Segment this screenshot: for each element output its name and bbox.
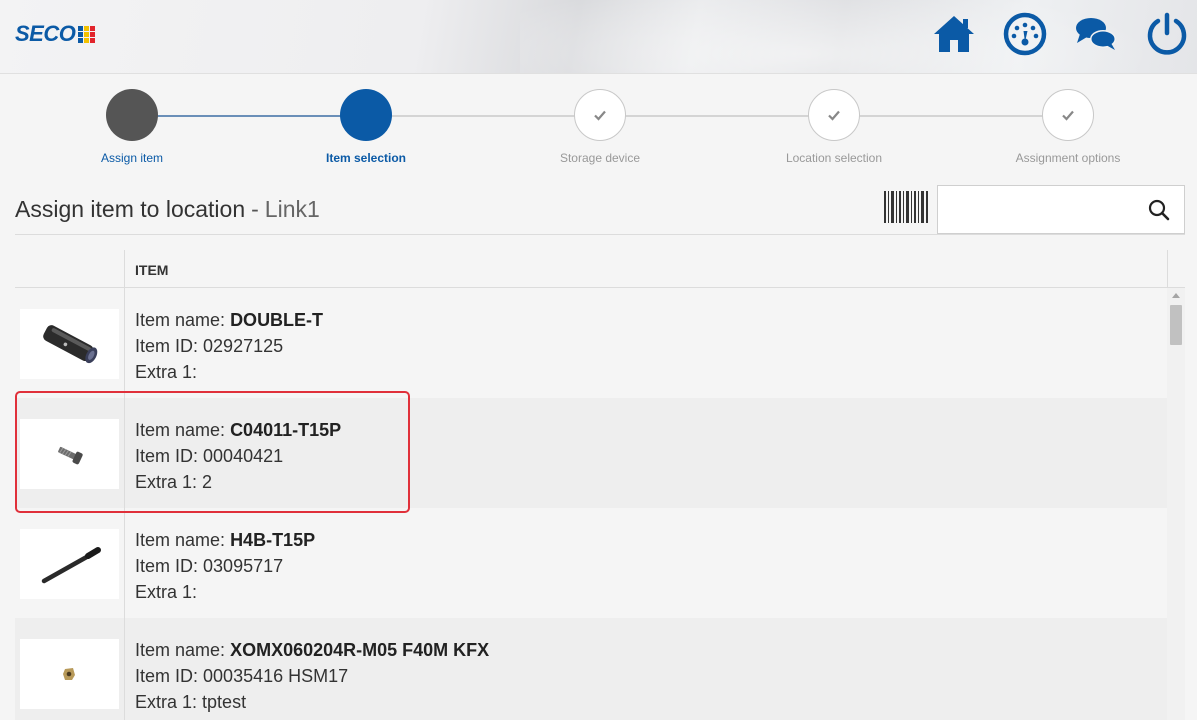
step-label: Assignment options [1015, 151, 1121, 165]
seco-logo[interactable]: SECO [15, 21, 96, 46]
chat-icon[interactable] [1074, 12, 1118, 56]
check-icon [1062, 110, 1074, 121]
item-name-label: Item name: [135, 310, 226, 330]
item-name-value: H4B-T15P [230, 530, 316, 550]
double-t-wrench-image [20, 309, 119, 379]
search-input[interactable] [946, 196, 1136, 224]
extra1-label: Extra 1: [135, 692, 198, 712]
step-assign-item[interactable]: Assign item [32, 89, 232, 165]
barcode-scan-icon[interactable] [884, 191, 928, 223]
table-row[interactable]: Item name: XOMX060204R-M05 F40M KFX Item… [15, 618, 1167, 720]
step-circle-pending [808, 89, 860, 141]
title-separator: - [251, 196, 259, 222]
row-image-cell [15, 398, 125, 508]
row-details: Item name: DOUBLE-T Item ID: 02927125 Ex… [135, 307, 323, 385]
items-table: ITEM Item name: DOUBLE-T Item ID: 029271… [15, 250, 1185, 720]
item-id-label: Item ID: [135, 336, 199, 356]
step-storage-device: Storage device [500, 89, 700, 165]
item-name-label: Item name: [135, 530, 226, 550]
item-id-label: Item ID: [135, 446, 199, 466]
logo-text: SECO [15, 21, 76, 46]
table-header: ITEM [15, 250, 1185, 288]
item-name-value: DOUBLE-T [230, 310, 324, 330]
search-box[interactable] [937, 185, 1185, 234]
item-id-value: 00040421 [203, 446, 284, 466]
step-label: Location selection [785, 151, 883, 165]
step-circle-active [340, 89, 392, 141]
check-icon [594, 110, 606, 121]
page-title: Assign item to location - Link1 [15, 196, 320, 223]
step-connector-pending [366, 115, 1068, 117]
item-id-value: 03095717 [203, 556, 284, 576]
step-item-selection[interactable]: Item selection [266, 89, 466, 165]
extra1-label: Extra 1: [135, 582, 198, 602]
step-circle-pending [1042, 89, 1094, 141]
progress-stepper: Assign item Item selection Storage devic… [0, 74, 1197, 174]
extra1-value: 2 [202, 472, 213, 492]
row-details: Item name: XOMX060204R-M05 F40M KFX Item… [135, 637, 489, 715]
logo-mark [78, 25, 96, 43]
row-image-cell [15, 618, 125, 720]
check-icon [828, 110, 840, 121]
item-name-value: XOMX060204R-M05 F40M KFX [230, 640, 490, 660]
column-header-item[interactable]: ITEM [135, 262, 168, 278]
extra1-label: Extra 1: [135, 472, 198, 492]
row-image-cell [15, 508, 125, 618]
item-name-value: C04011-T15P [230, 420, 342, 440]
search-icon[interactable] [1148, 199, 1170, 221]
item-id-value: 02927125 [203, 336, 284, 356]
step-label: Item selection [325, 151, 407, 165]
step-label: Assign item [100, 151, 164, 165]
extra1-label: Extra 1: [135, 362, 198, 382]
scroll-up-arrow-icon[interactable] [1172, 293, 1180, 298]
page-subtitle: Link1 [264, 196, 320, 222]
page-title-text: Assign item to location [15, 196, 246, 222]
item-id-label: Item ID: [135, 666, 199, 686]
dashboard-gauge-icon[interactable] [1003, 12, 1047, 56]
app-header: SECO [0, 0, 1197, 74]
scroll-thumb[interactable] [1170, 305, 1182, 345]
step-assignment-options: Assignment options [968, 89, 1168, 165]
step-circle-done [106, 89, 158, 141]
row-image-cell [15, 288, 125, 398]
table-row[interactable]: Item name: DOUBLE-T Item ID: 02927125 Ex… [15, 288, 1167, 398]
row-details: Item name: H4B-T15P Item ID: 03095717 Ex… [135, 527, 315, 605]
home-icon[interactable] [932, 12, 976, 56]
title-row: Assign item to location - Link1 [15, 184, 1185, 235]
screw-image [20, 419, 119, 489]
table-row[interactable]: Item name: H4B-T15P Item ID: 03095717 Ex… [15, 508, 1167, 618]
screwdriver-bit-image [20, 529, 119, 599]
column-header-image [15, 250, 125, 288]
table-row[interactable]: Item name: C04011-T15P Item ID: 00040421… [15, 398, 1167, 508]
item-id-label: Item ID: [135, 556, 199, 576]
column-divider [1167, 250, 1168, 288]
item-id-value: 00035416 HSM17 [203, 666, 349, 686]
insert-image [20, 639, 119, 709]
step-label: Storage device [559, 151, 641, 165]
step-circle-pending [574, 89, 626, 141]
item-name-label: Item name: [135, 420, 226, 440]
row-details: Item name: C04011-T15P Item ID: 00040421… [135, 417, 341, 495]
extra1-value: tptest [202, 692, 247, 712]
step-location-selection: Location selection [734, 89, 934, 165]
table-scrollbar[interactable] [1167, 288, 1185, 720]
power-icon[interactable] [1145, 12, 1189, 56]
item-name-label: Item name: [135, 640, 226, 660]
